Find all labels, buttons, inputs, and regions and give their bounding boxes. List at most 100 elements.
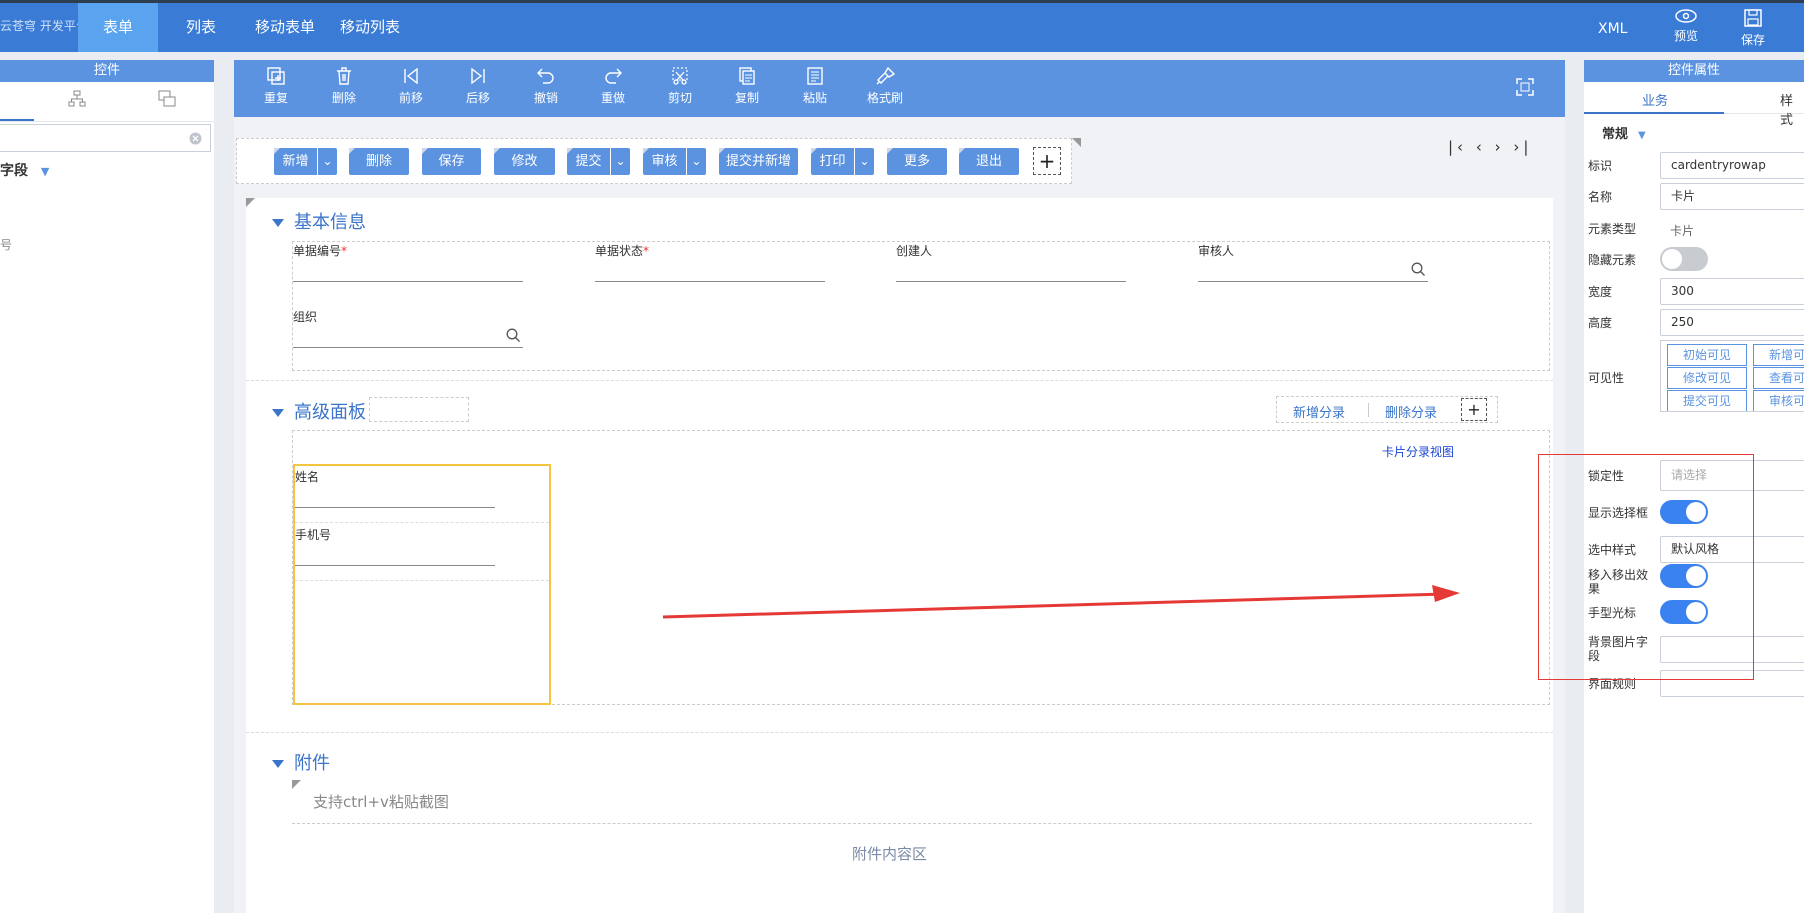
chevron-down-icon[interactable]: ⌄	[686, 148, 706, 175]
prop-visibility-label: 可见性	[1588, 371, 1625, 385]
form-btn-submit[interactable]: 提交 ⌄	[567, 148, 630, 175]
undo-button[interactable]: 撤销	[521, 66, 571, 106]
add-button-plus[interactable]: +	[1033, 147, 1061, 175]
tab-style[interactable]: 样式	[1780, 90, 1804, 128]
vis-audit-button[interactable]: 审核可见	[1753, 390, 1804, 411]
save-button[interactable]: 保存	[1733, 9, 1773, 48]
form-btn-exit[interactable]: 退出	[959, 148, 1019, 175]
section-advanced-panel[interactable]: 高级面板	[272, 398, 366, 424]
controls-search-input[interactable]	[0, 124, 211, 152]
delete-entry-link[interactable]: 删除分录	[1385, 402, 1437, 421]
corner-marker	[292, 780, 301, 789]
field-bill-status[interactable]: 单据状态*	[595, 242, 825, 282]
tab-mobile-list[interactable]: 移动列表	[333, 3, 407, 52]
corner-marker	[811, 148, 817, 154]
search-icon[interactable]	[506, 328, 521, 343]
form-btn-audit[interactable]: 审核 ⌄	[643, 148, 706, 175]
card-field-phone-label: 手机号	[295, 528, 332, 542]
redo-button[interactable]: 重做	[588, 66, 638, 106]
caret-down-icon	[272, 760, 284, 768]
tree-structure-icon[interactable]	[68, 90, 86, 108]
attachment-divider	[292, 823, 1532, 824]
controls-tab-bar	[0, 82, 214, 122]
section-attachments[interactable]: 附件	[272, 749, 330, 775]
form-btn-exit-label: 退出	[975, 154, 1002, 169]
tab-form[interactable]: 表单	[78, 3, 158, 52]
prop-hidden-toggle[interactable]	[1660, 247, 1708, 271]
properties-panel-title: 控件属性	[1584, 60, 1804, 82]
tab-list[interactable]: 列表	[166, 3, 236, 52]
vis-modify-button[interactable]: 修改可见	[1667, 367, 1747, 389]
form-btn-save[interactable]: 保存	[422, 148, 481, 175]
field-org[interactable]: 组织	[293, 308, 523, 348]
prop-height-input[interactable]: 250	[1660, 309, 1804, 336]
save-label: 保存	[1740, 33, 1765, 47]
move-last-button[interactable]: 后移	[453, 66, 503, 106]
tab-business[interactable]: 业务	[1642, 90, 1668, 109]
xml-button[interactable]: XML	[1598, 3, 1627, 55]
card-entry-view-link[interactable]: 卡片分录视图	[1382, 443, 1454, 460]
floppy-icon	[1744, 9, 1762, 27]
chevron-down-icon[interactable]: ⌄	[317, 148, 337, 175]
field-creator[interactable]: 创建人	[896, 242, 1126, 282]
delete-button[interactable]: 删除	[319, 66, 369, 106]
field-group-header[interactable]: 字段 ▼	[0, 160, 49, 180]
duplicate-button[interactable]: 重复	[251, 66, 301, 106]
copy-button[interactable]: 复制	[722, 66, 772, 106]
prop-id-label: 标识	[1588, 159, 1613, 173]
attachment-content-area[interactable]: 附件内容区	[246, 843, 1533, 864]
cut-button[interactable]: 剪切	[655, 66, 705, 106]
fullscreen-icon[interactable]	[1515, 77, 1535, 97]
prop-width-input[interactable]: 300	[1660, 278, 1804, 305]
section-basic-info[interactable]: 基本信息	[272, 208, 366, 234]
card-field-phone[interactable]: 手机号	[295, 526, 495, 566]
chevron-down-icon[interactable]: ⌄	[854, 148, 874, 175]
form-btn-delete[interactable]: 删除	[349, 148, 409, 175]
paste-button[interactable]: 粘贴	[790, 66, 840, 106]
corner-marker	[959, 148, 965, 154]
annotation-highlight-box	[1538, 454, 1754, 680]
add-entry-plus-button[interactable]: +	[1461, 398, 1487, 421]
corner-marker	[246, 198, 255, 207]
form-btn-submit-and-new[interactable]: 提交并新增	[719, 148, 798, 175]
prop-hidden-label: 隐藏元素	[1588, 253, 1637, 267]
layers-icon[interactable]	[158, 90, 176, 108]
tab-mobile-form[interactable]: 移动表单	[250, 3, 320, 52]
section-attachments-title: 附件	[294, 753, 330, 774]
vis-add-button[interactable]: 新增可见	[1753, 344, 1804, 366]
form-btn-print[interactable]: 打印 ⌄	[811, 148, 874, 175]
card-entry-card[interactable]: 姓名 手机号	[293, 464, 551, 705]
field-bill-no-label: 单据编号	[293, 244, 342, 258]
move-first-button[interactable]: 前移	[386, 66, 436, 106]
clear-icon[interactable]	[189, 132, 202, 145]
prop-id-input[interactable]: cardentryrowap	[1660, 152, 1804, 179]
chevron-down-icon[interactable]: ⌄	[610, 148, 630, 175]
form-btn-more[interactable]: 更多	[887, 148, 947, 175]
field-auditor[interactable]: 审核人	[1198, 242, 1428, 282]
strip-corner-marker	[1072, 138, 1081, 147]
form-btn-more-label: 更多	[903, 154, 930, 169]
form-btn-modify[interactable]: 修改	[494, 148, 555, 175]
move-last-label: 后移	[465, 91, 490, 105]
form-btn-add[interactable]: 新增 ⌄	[274, 148, 337, 175]
record-pager[interactable]: |‹ ‹ › ›|	[1448, 138, 1532, 156]
vis-submit-button[interactable]: 提交可见	[1667, 390, 1747, 411]
add-entry-link[interactable]: 新增分录	[1293, 402, 1345, 421]
active-tab-indicator	[1584, 112, 1724, 114]
caret-down-icon	[272, 409, 284, 417]
field-underline	[295, 507, 495, 508]
field-bill-no[interactable]: 单据编号*	[293, 242, 523, 282]
prop-name-input[interactable]: 卡片	[1660, 183, 1804, 210]
vis-initial-button[interactable]: 初始可见	[1667, 344, 1747, 366]
format-brush-button[interactable]: 格式刷	[857, 66, 913, 106]
redo-label: 重做	[600, 91, 625, 105]
preview-button[interactable]: 预览	[1666, 9, 1706, 44]
search-icon[interactable]	[1411, 262, 1426, 277]
field-underline	[1198, 281, 1428, 282]
card-field-name[interactable]: 姓名	[295, 468, 495, 508]
arrow-head	[1432, 585, 1460, 602]
vis-view-button[interactable]: 查看可见	[1753, 367, 1804, 389]
group-general[interactable]: 常规 ▼	[1602, 123, 1646, 142]
field-creator-label: 创建人	[896, 244, 933, 258]
form-btn-delete-label: 删除	[365, 154, 392, 169]
